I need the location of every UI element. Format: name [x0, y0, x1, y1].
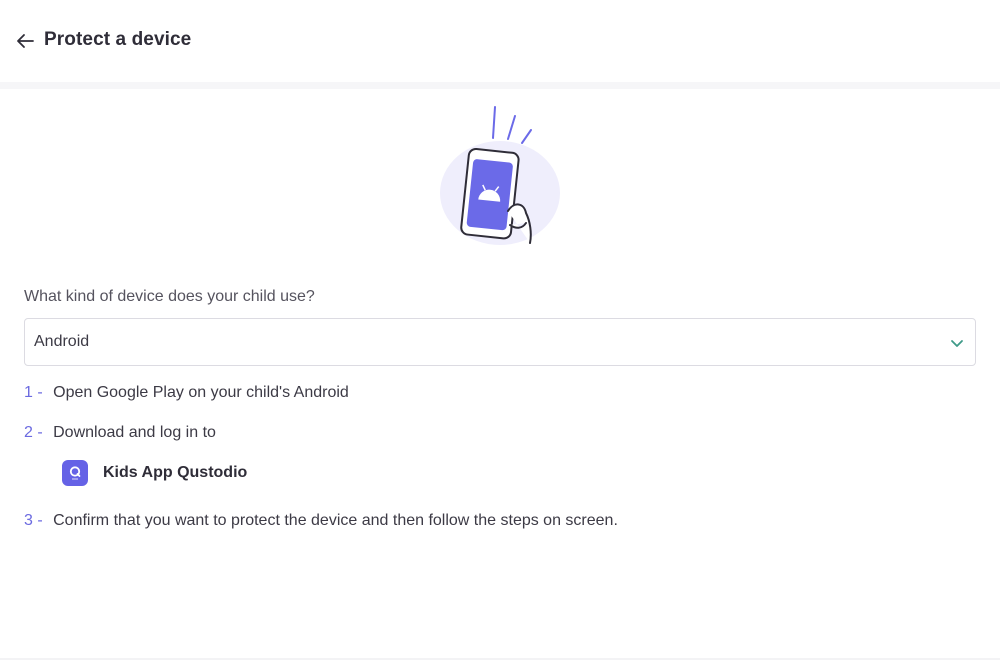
back-button[interactable] — [14, 30, 36, 52]
step-number: 3 - — [24, 512, 43, 529]
header-divider — [0, 82, 1000, 89]
device-type-select[interactable]: Android — [24, 318, 976, 366]
device-question-label: What kind of device does your child use? — [24, 288, 315, 305]
signal-line — [521, 129, 532, 144]
arrow-left-icon — [17, 34, 34, 48]
kids-app-link[interactable]: Kids App Qustodio — [62, 459, 247, 487]
step-text: Download and log in to — [53, 424, 216, 441]
page-title: Protect a device — [44, 29, 192, 50]
step-text: Open Google Play on your child's Android — [53, 384, 349, 401]
step-text: Confirm that you want to protect the dev… — [53, 512, 618, 529]
signal-line — [507, 115, 516, 140]
qustodio-kids-app-icon — [62, 460, 88, 486]
header: Protect a device — [0, 0, 1000, 82]
chevron-down-icon — [951, 340, 963, 347]
android-phone-illustration — [440, 106, 560, 245]
step-number: 1 - — [24, 384, 43, 401]
step-2: 2 - Download and log in to — [24, 424, 216, 442]
step-3: 3 - Confirm that you want to protect the… — [24, 512, 618, 530]
step-number: 2 - — [24, 424, 43, 441]
signal-line — [492, 106, 496, 139]
step-1: 1 - Open Google Play on your child's And… — [24, 384, 349, 402]
app-name: Kids App Qustodio — [103, 464, 248, 481]
device-type-value: Android — [34, 333, 90, 350]
